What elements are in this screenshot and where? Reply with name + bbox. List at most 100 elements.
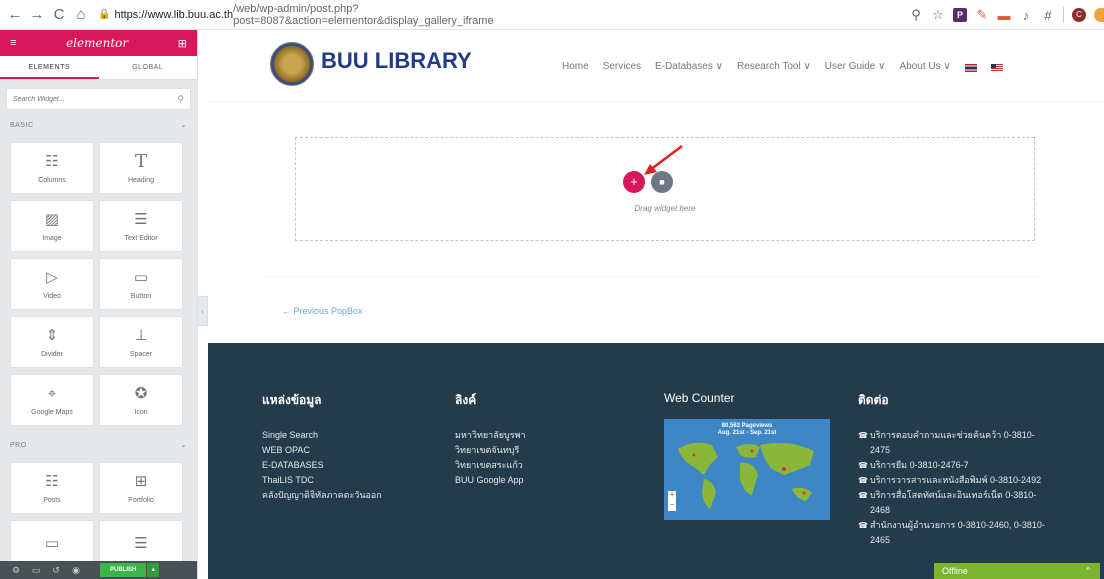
footer-web-counter: Web Counter 80,563 Pageviews Aug. 21st -… [664,391,830,520]
us-flag-icon[interactable] [990,64,1003,72]
spacer-icon: ⊥ [134,327,148,344]
footer-link[interactable]: WEB OPAC [262,443,382,458]
bookmark-star-icon[interactable]: ☆ [927,7,949,23]
web-counter-title: Web Counter [664,391,735,405]
brush-icon[interactable]: ♪ [1015,8,1037,23]
nav-e-databases[interactable]: E-Databases ∨ [655,61,723,72]
toolbar-separator [1063,7,1064,23]
lock-icon: 🔒 [98,9,111,20]
widget-google-maps[interactable]: ⌖ Google Maps [10,374,94,426]
reload-icon[interactable]: C [48,6,70,23]
extension-partial-icon[interactable] [1094,8,1104,22]
widget-spacer[interactable]: ⊥ Spacer [99,316,183,368]
nav-about-us[interactable]: About Us ∨ [899,61,950,72]
section-pro-header[interactable]: PRO ⌄ [0,434,197,456]
columns-icon: ☷ [45,153,59,170]
site-title[interactable]: BUU LIBRARY [321,48,472,74]
footer-link[interactable]: E-DATABASES [262,458,382,473]
tab-global[interactable]: GLOBAL [99,56,198,79]
widget-label: Spacer [129,351,153,358]
google-maps-icon: ⌖ [47,385,57,402]
home-icon[interactable]: ⌂ [70,6,92,23]
footer-links: ลิงค์ มหาวิทยาลัยบูรพา วิทยาเขตจันทบุรี … [455,391,526,488]
annotation-arrow-icon [644,145,683,175]
widget-label: Divider [41,351,63,358]
search-icon: ⚲ [177,93,184,104]
footer-link[interactable]: วิทยาเขตสระแก้ว [455,458,526,473]
widget-image[interactable]: ▨ Image [10,200,94,252]
nav-services[interactable]: Services [603,61,641,72]
widget-label: Posts [43,497,61,504]
navigator-icon[interactable]: ▭ [26,565,46,576]
footer-link[interactable]: BUU Google App [455,473,526,488]
widget-divider[interactable]: ⇕ Divider [10,316,94,368]
footer-link[interactable]: Single Search [262,428,382,443]
footer-link[interactable]: วิทยาเขตจันทบุรี [455,443,526,458]
tab-elements[interactable]: ELEMENTS [0,56,99,79]
widget-label: Columns [38,177,66,184]
address-bar[interactable]: 🔒 https://www.lib.buu.ac.th /web/wp-admi… [98,3,598,27]
nav-home[interactable]: Home [562,61,589,72]
widget-label: Icon [134,409,148,416]
preview-eye-icon[interactable]: ◉ [66,565,86,576]
widget-label: Google Maps [31,409,73,416]
contact-row: บริการยืม 0-3810-2476-7 [858,458,1048,473]
contact-row: บริการวารสารและหนังสือพิมพ์ 0-3810-2492 [858,473,1048,488]
extension-p-icon[interactable]: P [953,8,967,22]
widget-label: Video [43,293,61,300]
buu-logo[interactable] [270,42,314,86]
grid-apps-icon[interactable]: ⊞ [178,37,187,50]
widget-search-input[interactable] [13,95,153,103]
footer-link[interactable]: คลังปัญญาดิจิทัลภาคตะวันออก [262,488,382,503]
map-zoom-control[interactable]: + − [668,491,676,511]
drag-widget-hint: Drag widget here [634,204,696,213]
widget-columns[interactable]: ☷ Columns [10,142,94,194]
widget-portfolio[interactable]: ⊞ Portfolio [99,462,183,514]
video-icon: ▷ [46,269,58,286]
hamburger-menu-icon[interactable]: ≡ [10,37,16,49]
divider-icon: ⇕ [45,327,59,344]
url-host: https://www.lib.buu.ac.th [114,8,234,21]
section-basic-header[interactable]: BASIC ⌄ [0,114,197,136]
chat-offline-widget[interactable]: Offline ^ [934,563,1100,579]
widget-button[interactable]: ▭ Button [99,258,183,310]
forward-icon[interactable]: → [26,6,48,23]
nav-research-tool[interactable]: Research Tool ∨ [737,61,811,72]
widget-text-editor[interactable]: ☰ Text Editor [99,200,183,252]
hash-icon[interactable]: # [1037,8,1059,23]
chevron-down-icon: ⌄ [180,442,187,449]
footer-contact-title: ติดต่อ [858,393,889,407]
profile-avatar[interactable]: C [1072,8,1086,22]
widget-video[interactable]: ▷ Video [10,258,94,310]
footer-links-title: ลิงค์ [455,393,477,407]
widget-label: Image [42,235,62,242]
settings-gear-icon[interactable]: ⚙ [6,565,26,576]
footer-link[interactable]: ThaiLIS TDC [262,473,382,488]
back-icon[interactable]: ← [4,6,26,23]
nav-user-guide[interactable]: User Guide ∨ [825,61,886,72]
world-map-icon [678,442,814,509]
zoom-icon[interactable]: ⚲ [905,7,927,23]
history-icon[interactable]: ↺ [46,565,66,576]
widget-search: ⚲ [6,88,191,110]
section-basic-label: BASIC [10,121,34,129]
eyedropper-icon[interactable]: ✎ [971,7,993,23]
publish-button[interactable]: PUBLISH [100,563,147,577]
widget-posts[interactable]: ☷ Posts [10,462,94,514]
previous-post-link[interactable]: ← Previous PopBox [282,306,363,316]
widget-icon[interactable]: ✪ Icon [99,374,183,426]
elementor-panel: ≡ elementor ⊞ ELEMENTS GLOBAL ⚲ BASIC ⌄ … [0,30,198,579]
extension-orange-icon[interactable]: ▬ [993,8,1015,23]
widget-heading[interactable]: T Heading [99,142,183,194]
footer-link[interactable]: มหาวิทยาลัยบูรพา [455,428,526,443]
thai-flag-icon[interactable] [964,64,977,72]
panel-collapse-handle[interactable]: ‹ [198,296,208,326]
portfolio-icon: ⊞ [134,473,148,490]
text-editor-icon: ☰ [134,211,148,228]
chat-status-label: Offline [942,566,968,576]
basic-widgets-grid: ☷ Columns T Heading ▨ Image ☰ Text Editor ▷ V… [0,142,197,426]
publish-options-icon[interactable]: ▲ [147,563,160,577]
widget-label: Button [130,293,152,300]
panel-header: ≡ elementor ⊞ [0,30,197,56]
visitor-map[interactable]: 80,563 Pageviews Aug. 21st - Sep. 21st +… [664,419,830,520]
